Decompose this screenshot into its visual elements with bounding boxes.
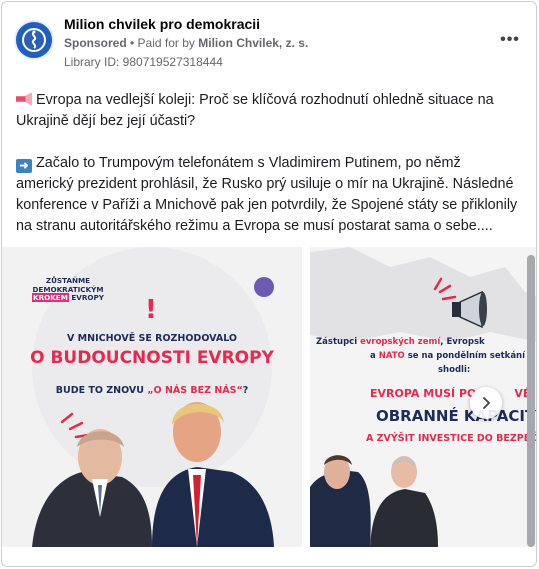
page-avatar[interactable] — [14, 20, 54, 60]
paid-for-prefix: • Paid for by — [126, 36, 199, 50]
s2-l2-a: a — [370, 351, 379, 361]
page-name[interactable]: Milion chvilek pro demokracii — [64, 16, 260, 32]
carousel-scrollbar[interactable] — [527, 255, 535, 547]
more-options-button[interactable]: ••• — [496, 30, 524, 50]
tag-line-3: KROKEM — [32, 293, 69, 302]
sponsored-label: Sponsored — [64, 36, 127, 50]
s2-l2-b: NATO — [378, 351, 405, 361]
slide-1-tag: ZŮSTAŇME DEMOKRATICKÝM KROKEM EVROPY — [32, 276, 104, 303]
slide-2-text-line-3: shodli: — [438, 365, 471, 375]
post-paragraph-2: ➜ Začalo to Trumpovým telefonátem s Vladi… — [16, 153, 522, 237]
right-arrow-icon: ➜ — [16, 159, 32, 173]
more-options-icon: ••• — [500, 31, 520, 48]
slide-2-headline-1: EVROPA MUSÍ PO VÉ — [370, 387, 530, 400]
image-carousel[interactable]: ZŮSTAŇME DEMOKRATICKÝM KROKEM EVROPY ! V… — [2, 247, 537, 548]
ad-card: Milion chvilek pro demokracii Sponsored … — [1, 1, 537, 567]
line-3-quote: „O NÁS BEZ NÁS“ — [147, 385, 243, 396]
slide-1-line-2: O BUDOUCNOSTI EVROPY — [30, 348, 274, 368]
slide-1-line-1: V MNICHOVĚ SE ROZHODOVALO — [67, 333, 237, 344]
s2-l1-a: Zástupci — [316, 337, 361, 347]
s2-l2-c: se na pondělním setkání v — [404, 351, 534, 361]
library-id: Library ID: 980719527318444 — [64, 55, 223, 69]
milion-chvilek-logo-icon — [22, 28, 46, 52]
carousel-next-button[interactable] — [470, 387, 502, 419]
s2-l1-b: evropských zemí — [360, 337, 441, 347]
payer-name[interactable]: Milion Chvilek, z. s. — [198, 36, 308, 50]
paragraph-1-text: Evropa na vedlejší koleji: Proč se klíčo… — [16, 92, 494, 129]
carousel-slide-2[interactable]: Zástupci evropských zemí, Evropsk a NATO… — [310, 247, 537, 547]
slide-2-text-line-1: Zástupci evropských zemí, Evropsk — [316, 337, 485, 347]
sponsored-meta: Sponsored • Paid for by Milion Chvilek, … — [64, 36, 308, 50]
s2-l1-c: , Evropsk — [440, 337, 485, 347]
tag-line-4: EVROPY — [71, 293, 104, 302]
line-3-suffix: ? — [242, 385, 249, 396]
paragraph-2-text: Začalo to Trumpovým telefonátem s Vladim… — [16, 155, 518, 234]
post-header: Milion chvilek pro demokracii Sponsored … — [14, 12, 524, 69]
slide-2-headline-2: OBRANNÉ KAPACITY — [376, 407, 537, 425]
carousel-slide-1[interactable]: ZŮSTAŇME DEMOKRATICKÝM KROKEM EVROPY ! V… — [2, 247, 302, 547]
megaphone-icon — [16, 92, 32, 106]
chevron-right-icon — [483, 397, 490, 409]
post-text: Evropa na vedlejší koleji: Proč se klíčo… — [16, 90, 522, 258]
post-paragraph-1: Evropa na vedlejší koleji: Proč se klíčo… — [16, 90, 522, 132]
exclamation-icon: ! — [145, 295, 157, 325]
small-logo-icon — [254, 277, 274, 297]
scrollbar-thumb[interactable] — [527, 255, 535, 547]
s2-h1-a: EVROPA MUSÍ PO — [370, 387, 477, 400]
line-3-prefix: BUDE TO ZNOVU — [55, 385, 148, 396]
slide-1-line-3: BUDE TO ZNOVU „O NÁS BEZ NÁS“? — [2, 385, 302, 396]
slide-2-text-line-2: a NATO se na pondělním setkání v — [370, 351, 534, 361]
slide-2-headline-3: A ZVÝŠIT INVESTICE DO BEZPEČ — [366, 433, 537, 444]
